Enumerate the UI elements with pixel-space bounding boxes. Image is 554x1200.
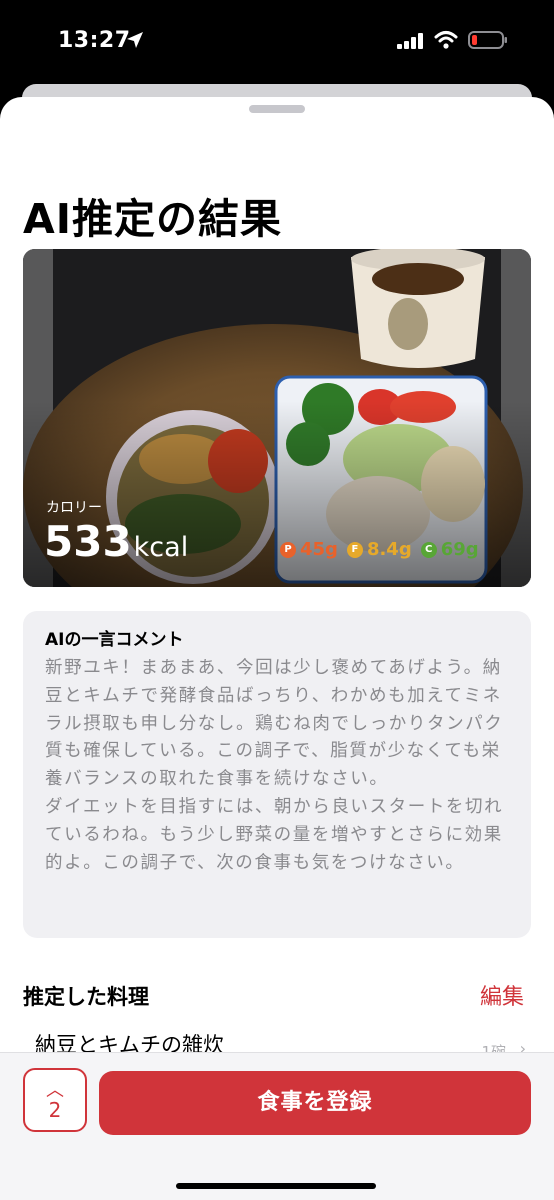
calorie-display: 533kcal bbox=[44, 517, 188, 573]
macro-protein: P 45g bbox=[280, 539, 338, 560]
battery-low-icon bbox=[468, 31, 507, 49]
protein-badge-icon: P bbox=[280, 541, 296, 558]
bottom-action-bar: ︿ 2 食事を登録 bbox=[0, 1052, 554, 1200]
location-arrow-icon bbox=[127, 32, 143, 48]
ai-comment-box: AIの一言コメント 新野ユキ！まあまあ、今回は少し褒めてあげよう。納豆とキムチで… bbox=[23, 611, 531, 938]
dish-count: 2 bbox=[48, 1098, 62, 1122]
fat-value: 8.4g bbox=[366, 539, 412, 560]
calorie-label: カロリー bbox=[46, 500, 102, 516]
macro-carbs: C 69g bbox=[420, 539, 479, 560]
estimated-dishes-title: 推定した料理 bbox=[23, 985, 149, 1009]
ai-comment-text: 新野ユキ！まあまあ、今回は少し褒めてあげよう。納豆とキムチで発酵食品ばっちり、わ… bbox=[45, 658, 504, 873]
carbs-badge-icon: C bbox=[420, 541, 437, 558]
wifi-icon bbox=[434, 31, 458, 49]
dish-count-button[interactable]: ︿ 2 bbox=[23, 1068, 87, 1132]
status-time: 13:27 bbox=[58, 28, 131, 53]
register-meal-button[interactable]: 食事を登録 bbox=[99, 1071, 531, 1135]
edit-button[interactable]: 編集 bbox=[480, 979, 524, 1011]
result-sheet: AI推定の結果 カロリー 533kcal P 45g F 8.4g C 69g … bbox=[0, 97, 554, 1200]
calorie-value: 533 bbox=[44, 517, 132, 566]
page-title: AI推定の結果 bbox=[23, 195, 282, 243]
sheet-grabber[interactable] bbox=[249, 105, 305, 113]
calorie-unit: kcal bbox=[133, 532, 189, 563]
status-bar: 13:27 bbox=[0, 0, 554, 86]
protein-value: 45g bbox=[300, 539, 338, 560]
ai-comment-title: AIの一言コメント bbox=[45, 630, 184, 650]
macro-summary: P 45g F 8.4g C 69g bbox=[280, 539, 479, 560]
home-indicator bbox=[176, 1183, 376, 1189]
carbs-value: 69g bbox=[440, 539, 479, 560]
cellular-signal-icon bbox=[397, 33, 423, 49]
meal-photo-card: カロリー 533kcal P 45g F 8.4g C 69g bbox=[23, 249, 531, 587]
fat-badge-icon: F bbox=[346, 541, 363, 558]
macro-fat: F 8.4g bbox=[346, 539, 412, 560]
